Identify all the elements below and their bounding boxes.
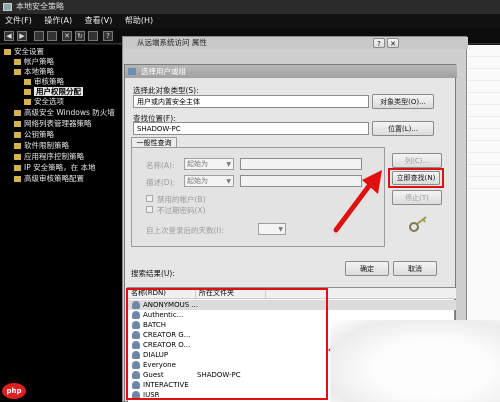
folder-icon	[14, 132, 21, 138]
help-button[interactable]: ?	[373, 38, 385, 48]
php-logo: php	[2, 383, 26, 399]
tree-item-app-control[interactable]: 应用程序控制策略	[14, 152, 84, 162]
app-icon	[3, 3, 12, 11]
watermark-fade	[330, 320, 500, 402]
screen: 本地安全策略 文件(F) 操作(A) 查看(V) 帮助(H) ◀ ▶ ✕ ↻ ?…	[0, 0, 500, 402]
object-type-field: 用户或内置安全主体	[133, 95, 369, 108]
description-match-select[interactable]: 起始为 ▼	[184, 175, 234, 187]
location-field: SHADOW-PC	[133, 122, 369, 135]
folder-icon	[24, 89, 31, 95]
chevron-down-icon: ▼	[278, 226, 283, 233]
forward-icon[interactable]: ▶	[17, 31, 27, 41]
firewall-icon	[14, 110, 21, 116]
ip-security-icon	[14, 165, 21, 171]
non-expiring-checkbox[interactable]	[146, 206, 153, 213]
disabled-accounts-checkbox[interactable]	[146, 195, 153, 202]
tree-item-security-settings[interactable]: 安全设置	[4, 47, 44, 57]
window-title: 本地安全策略	[16, 2, 64, 11]
tree-item-user-rights[interactable]: 用户权限分配	[24, 87, 83, 97]
menu-file[interactable]: 文件(F)	[0, 14, 37, 28]
folder-icon	[14, 143, 21, 149]
cancel-button[interactable]: 取消	[393, 261, 437, 276]
folder-icon	[14, 154, 21, 160]
security-folder-icon	[4, 49, 11, 55]
disabled-accounts-label: 禁用的帐户(B)	[157, 195, 206, 204]
tree-item-advanced-audit[interactable]: 高级审核策略配置	[14, 174, 84, 184]
window-titlebar: 本地安全策略	[0, 0, 500, 14]
days-since-login-select[interactable]: ▼	[258, 223, 286, 235]
stop-button[interactable]: 停止(T)	[392, 190, 442, 205]
help-icon[interactable]: ?	[103, 31, 113, 41]
tree-item-software-restriction[interactable]: 软件限制策略	[14, 141, 69, 151]
folder-icon	[14, 176, 21, 182]
tree-item-security-options[interactable]: 安全选项	[24, 97, 64, 107]
show-tree-icon[interactable]	[47, 31, 57, 41]
menu-view[interactable]: 查看(V)	[80, 14, 118, 28]
tree-item-firewall[interactable]: 高级安全 Windows 防火墙	[14, 108, 115, 118]
up-folder-icon[interactable]	[34, 31, 44, 41]
export-icon[interactable]	[88, 31, 98, 41]
folder-icon	[24, 99, 31, 105]
name-match-select[interactable]: 起始为 ▼	[184, 158, 234, 170]
dialog-titlebar: 选择用户或组	[125, 65, 457, 78]
columns-button[interactable]: 列(C)...	[392, 153, 442, 168]
arrow-icon	[333, 170, 382, 233]
search-key-icon	[408, 215, 428, 233]
name-label: 名称(A):	[146, 161, 175, 170]
menu-bar: 文件(F) 操作(A) 查看(V) 帮助(H)	[0, 14, 500, 28]
close-icon[interactable]: ✕	[387, 38, 399, 48]
find-now-button[interactable]: 立即查找(N)	[392, 171, 440, 185]
back-icon[interactable]: ◀	[4, 31, 14, 41]
users-icon	[128, 68, 136, 75]
ok-button[interactable]: 确定	[345, 261, 389, 276]
folder-icon	[14, 121, 21, 127]
tree-item-local-policies[interactable]: 本地策略	[14, 67, 54, 77]
tree-pane: 安全设置 帐户策略 本地策略 审核策略 用户权限分配 安全选项 高级安全 Win…	[0, 45, 124, 402]
chevron-down-icon: ▼	[226, 161, 231, 168]
dialog-title: 选择用户或组	[141, 67, 186, 76]
menu-action[interactable]: 操作(A)	[39, 14, 77, 28]
description-label: 描述(D):	[146, 178, 176, 187]
object-types-button[interactable]: 对象类型(O)...	[372, 94, 434, 109]
tree-item-public-key[interactable]: 公钥策略	[14, 130, 54, 140]
search-results-label: 搜索结果(U):	[131, 269, 175, 278]
properties-title: 从远端系统访问 属性	[123, 37, 468, 49]
tree-item-ip-security[interactable]: IP 安全策略，在 本地	[14, 163, 96, 173]
refresh-icon[interactable]: ↻	[75, 31, 85, 41]
delete-icon[interactable]: ✕	[62, 31, 72, 41]
tree-item-account-policies[interactable]: 帐户策略	[14, 57, 54, 67]
folder-icon	[14, 69, 21, 75]
menu-help[interactable]: 帮助(H)	[120, 14, 158, 28]
tree-item-network-list[interactable]: 网络列表管理器策略	[14, 119, 92, 129]
days-since-login-label: 自上次登录后的天数(I):	[146, 226, 225, 235]
chevron-down-icon: ▼	[226, 178, 231, 185]
locations-button[interactable]: 位置(L)...	[372, 121, 434, 136]
non-expiring-label: 不过期密码(X)	[157, 206, 206, 215]
results-highlight	[126, 288, 328, 400]
tree-item-audit-policy[interactable]: 审核策略	[24, 77, 64, 87]
folder-icon	[14, 59, 21, 65]
folder-icon	[24, 79, 31, 85]
